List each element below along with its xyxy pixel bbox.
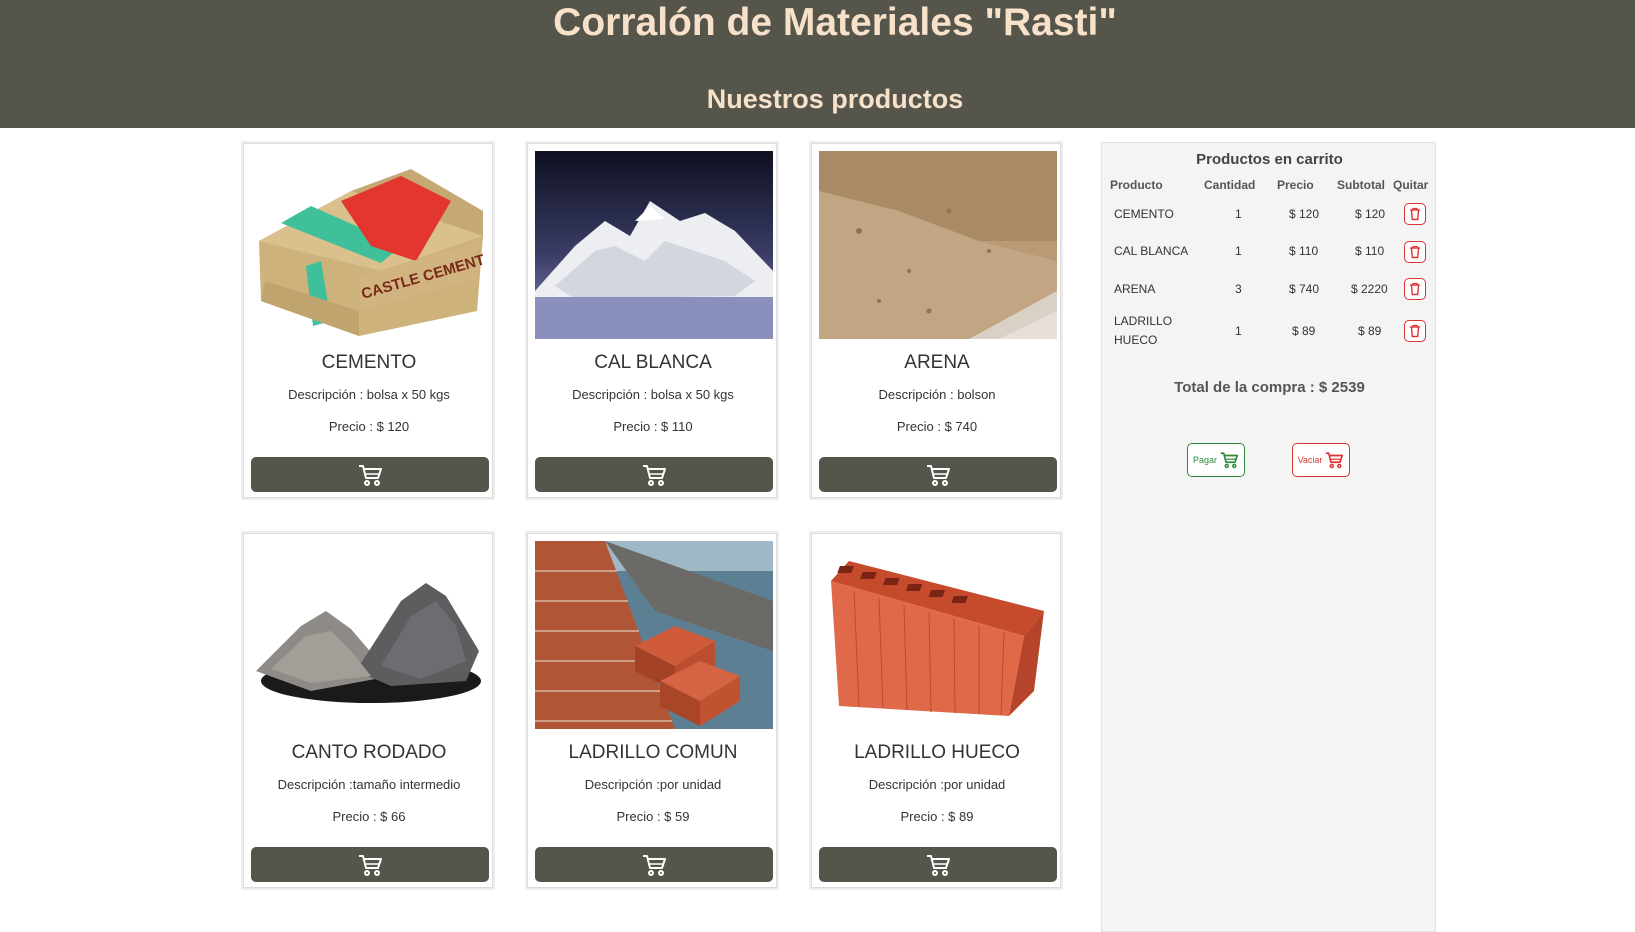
cart-icon xyxy=(927,854,950,876)
hollow-brick-image xyxy=(819,541,1057,729)
product-description: Descripción :por unidad xyxy=(584,777,722,792)
cart-row: LADRILLO HUECO 1 $ 89 $ 89 xyxy=(1102,314,1437,358)
add-to-cart-button[interactable] xyxy=(819,847,1057,882)
cart-icon xyxy=(1326,452,1344,469)
site-title: Corralón de Materiales "Rasti" xyxy=(553,1,1117,44)
cart-row: CAL BLANCA 1 $ 110 $ 110 xyxy=(1102,241,1437,280)
cart-icon xyxy=(927,464,950,486)
product-description: Descripción : bolsa x 50 kgs xyxy=(288,387,450,402)
column-header-subtotal: Subtotal xyxy=(1337,178,1385,192)
pay-button[interactable]: Pagar xyxy=(1187,443,1245,477)
gravel-piles-image xyxy=(251,541,489,729)
cart-subtotal: $ 120 xyxy=(1355,207,1386,221)
add-to-cart-button[interactable] xyxy=(819,457,1057,492)
cart-product: CEMENTO xyxy=(1114,207,1174,221)
empty-cart-button[interactable]: Vaciar xyxy=(1292,443,1350,477)
remove-item-button[interactable] xyxy=(1404,278,1426,300)
empty-cart-button-label: Vaciar xyxy=(1297,455,1323,465)
product-card: CASTLE CEMENT CEMENTO Descripción : bols… xyxy=(243,143,493,498)
product-price: Precio : $ 89 xyxy=(900,809,974,824)
product-price: Precio : $ 59 xyxy=(616,809,690,824)
product-price: Precio : $ 66 xyxy=(332,809,406,824)
cart-icon xyxy=(1220,452,1239,469)
product-name: LADRILLO HUECO xyxy=(854,742,1020,763)
product-price: Precio : $ 740 xyxy=(896,419,978,434)
sand-pile-image xyxy=(819,151,1057,339)
product-price: Precio : $ 110 xyxy=(613,419,693,434)
product-name: LADRILLO COMUN xyxy=(568,742,738,763)
remove-item-button[interactable] xyxy=(1404,241,1426,263)
cart-subtotal: $ 110 xyxy=(1355,244,1385,258)
product-description: Descripción : bolson xyxy=(878,387,996,402)
cart-subtotal: $ 2220 xyxy=(1351,282,1388,296)
product-card: CANTO RODADO Descripción :tamaño interme… xyxy=(243,533,493,888)
cart-icon xyxy=(359,464,382,486)
remove-item-button[interactable] xyxy=(1404,320,1426,342)
cart-subtotal: $ 89 xyxy=(1358,324,1382,338)
cart-price: $ 740 xyxy=(1289,282,1320,296)
cart-row: CEMENTO 1 $ 120 $ 120 xyxy=(1102,203,1437,243)
cart-quantity: 1 xyxy=(1235,244,1242,258)
site-header: Corralón de Materiales "Rasti" Nuestros … xyxy=(0,0,1635,128)
pay-button-label: Pagar xyxy=(1192,455,1218,465)
column-header-product: Producto xyxy=(1110,178,1163,192)
product-card: CAL BLANCA Descripción : bolsa x 50 kgs … xyxy=(527,143,777,498)
product-card: ARENA Descripción : bolson Precio : $ 74… xyxy=(811,143,1061,498)
add-to-cart-button[interactable] xyxy=(535,847,773,882)
product-card: LADRILLO HUECO Descripción :por unidad P… xyxy=(811,533,1061,888)
cart-product: HUECO xyxy=(1114,333,1158,347)
product-description: Descripción : bolsa x 50 kgs xyxy=(572,387,734,402)
section-title: Nuestros productos xyxy=(706,84,964,114)
cart-row: ARENA 3 $ 740 $ 2220 xyxy=(1102,278,1437,318)
product-description: Descripción :por unidad xyxy=(868,777,1006,792)
add-to-cart-button[interactable] xyxy=(251,457,489,492)
trash-icon xyxy=(1410,282,1420,296)
add-to-cart-button[interactable] xyxy=(251,847,489,882)
white-lime-powder-image xyxy=(535,151,773,339)
cart-title: Productos en carrito xyxy=(1196,151,1343,168)
column-header-quantity: Cantidad xyxy=(1204,178,1256,192)
cart-total: Total de la compra : $ 2539 xyxy=(1174,379,1365,396)
product-name: CAL BLANCA xyxy=(594,352,712,373)
column-header-remove: Quitar xyxy=(1393,178,1429,192)
product-name: CANTO RODADO xyxy=(291,742,447,763)
remove-item-button[interactable] xyxy=(1404,203,1426,225)
product-name: CEMENTO xyxy=(321,352,417,373)
cart-icon xyxy=(643,464,666,486)
cart-icon xyxy=(643,854,666,876)
cart-quantity: 1 xyxy=(1235,207,1242,221)
cart-panel: Productos en carrito Producto Cantidad P… xyxy=(1101,142,1436,932)
trash-icon xyxy=(1410,207,1420,221)
cart-price: $ 110 xyxy=(1289,244,1319,258)
cart-product: LADRILLO xyxy=(1114,314,1173,328)
product-price: Precio : $ 120 xyxy=(328,419,410,434)
trash-icon xyxy=(1410,245,1420,259)
product-description: Descripción :tamaño intermedio xyxy=(277,777,461,792)
cart-quantity: 3 xyxy=(1235,282,1242,296)
product-name: ARENA xyxy=(904,352,970,373)
cart-product: ARENA xyxy=(1114,282,1156,296)
add-to-cart-button[interactable] xyxy=(535,457,773,492)
trash-icon xyxy=(1410,324,1420,338)
column-header-price: Precio xyxy=(1277,178,1314,192)
cement-bag-image: CASTLE CEMENT xyxy=(251,151,489,339)
product-card: LADRILLO COMUN Descripción :por unidad P… xyxy=(527,533,777,888)
cart-quantity: 1 xyxy=(1235,324,1242,338)
cart-price: $ 89 xyxy=(1292,324,1316,338)
cart-icon xyxy=(359,854,382,876)
cart-product: CAL BLANCA xyxy=(1114,244,1189,258)
cart-price: $ 120 xyxy=(1289,207,1320,221)
brick-wall-image xyxy=(535,541,773,729)
